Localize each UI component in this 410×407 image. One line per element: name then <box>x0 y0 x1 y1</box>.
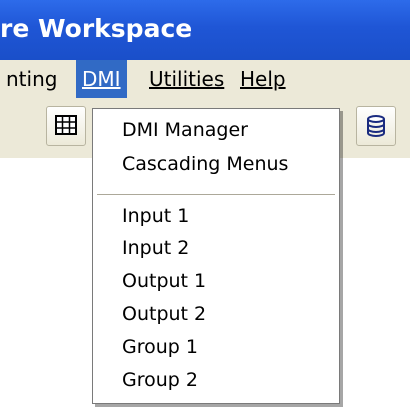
menu-option-input-2[interactable]: Input 2 <box>122 233 189 263</box>
database-icon <box>367 115 385 137</box>
menu-option-input-1[interactable]: Input 1 <box>122 201 189 231</box>
menu-item-previous[interactable]: nting <box>0 60 63 98</box>
database-button[interactable] <box>356 106 396 146</box>
menu-item-dmi[interactable]: DMI <box>76 60 127 98</box>
menu-option-dmi-manager[interactable]: DMI Manager <box>122 115 248 145</box>
menu-item-dmi-label: DMI <box>82 67 121 91</box>
menu-item-utilities-label: Utilities <box>149 67 225 91</box>
window-title: re Workspace <box>0 14 193 43</box>
menu-option-group-2[interactable]: Group 2 <box>122 365 198 395</box>
menu-option-group-1[interactable]: Group 1 <box>122 332 198 362</box>
menu-bar: nting DMI Utilities Help <box>0 60 410 98</box>
grid-button[interactable] <box>46 106 86 146</box>
dmi-dropdown-menu: DMI Manager Cascading Menus Input 1 Inpu… <box>92 108 340 404</box>
menu-option-output-1[interactable]: Output 1 <box>122 266 206 296</box>
title-bar: re Workspace <box>0 0 410 60</box>
menu-item-help-label: Help <box>240 67 286 91</box>
menu-option-output-2[interactable]: Output 2 <box>122 299 206 329</box>
menu-option-cascading-menus[interactable]: Cascading Menus <box>122 149 288 179</box>
menu-item-help[interactable]: Help <box>234 60 292 98</box>
grid-icon <box>55 115 77 135</box>
menu-item-utilities[interactable]: Utilities <box>143 60 230 98</box>
workspace-area <box>0 158 95 407</box>
menu-separator <box>97 194 335 196</box>
